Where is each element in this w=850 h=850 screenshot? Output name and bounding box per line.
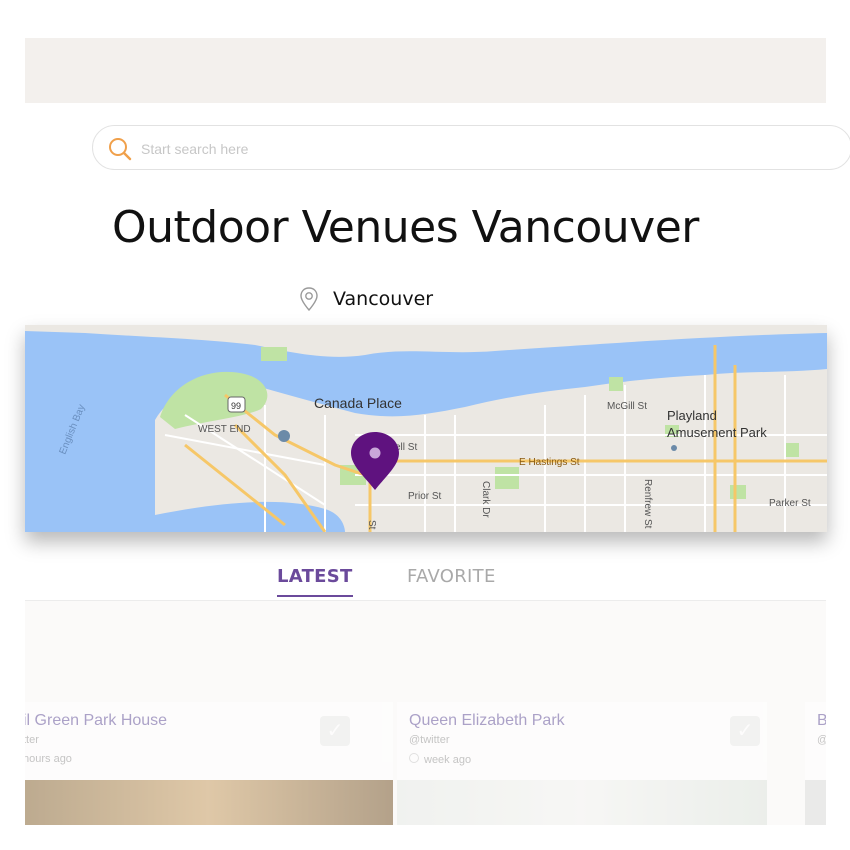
- map-label-highway: 99: [231, 401, 241, 411]
- tab-bar: LATEST FAVORITE: [0, 566, 850, 602]
- tab-latest[interactable]: LATEST: [277, 566, 353, 597]
- map-park: [730, 485, 746, 499]
- top-banner: [25, 38, 826, 103]
- search-bar[interactable]: [92, 125, 850, 170]
- map-label-main: St: [366, 520, 377, 530]
- venue-feed: il Green Park House tter hours ago ✓ Que…: [25, 601, 826, 825]
- page-title: Outdoor Venues Vancouver: [112, 202, 699, 253]
- map-label-parker: Parker St: [769, 498, 811, 509]
- map[interactable]: Canada Place WEST END English Bay McGill…: [25, 325, 827, 532]
- map-canvas[interactable]: Canada Place WEST END English Bay McGill…: [25, 325, 827, 532]
- venue-photo: [397, 780, 767, 825]
- highway-shield-icon: 99: [227, 396, 246, 413]
- venue-name: Queen Elizabeth Park: [409, 712, 565, 729]
- search-input[interactable]: [139, 137, 743, 161]
- map-park: [609, 377, 623, 391]
- venue-photo: [25, 780, 393, 825]
- venue-card[interactable]: Queen Elizabeth Park @twitter week ago ✓: [397, 702, 767, 825]
- map-label-canada-place: Canada Place: [314, 395, 402, 411]
- map-label-clark: Clark Dr: [480, 481, 491, 518]
- venue-time: week ago: [409, 753, 471, 766]
- map-label-renfrew: Renfrew St: [642, 479, 653, 529]
- attraction-icon: [671, 445, 677, 451]
- map-park: [495, 467, 519, 489]
- map-label-mcgill: McGill St: [607, 401, 647, 412]
- tab-favorite[interactable]: FAVORITE: [407, 566, 496, 587]
- venue-time: hours ago: [25, 753, 72, 765]
- map-park: [261, 347, 287, 361]
- map-label-playland-1: Playland: [667, 408, 717, 423]
- venue-handle: @: [817, 734, 826, 746]
- checkmark-icon[interactable]: ✓: [320, 716, 350, 746]
- transit-icon: [278, 430, 290, 442]
- map-label-west-end: WEST END: [198, 424, 251, 435]
- checkmark-icon[interactable]: ✓: [730, 716, 760, 746]
- venue-name: B: [817, 712, 826, 729]
- location-pin-icon: [300, 287, 318, 312]
- venue-name: il Green Park House: [25, 712, 168, 729]
- venue-card[interactable]: il Green Park House tter hours ago ✓: [25, 702, 393, 825]
- venue-photo: [805, 780, 826, 825]
- map-label-prior: Prior St: [408, 491, 442, 502]
- map-label-hastings: E Hastings St: [519, 457, 580, 468]
- clock-icon: [409, 753, 419, 763]
- map-label-playland-2: Amusement Park: [667, 425, 767, 440]
- venue-handle: tter: [25, 734, 39, 746]
- venue-handle: @twitter: [409, 734, 450, 746]
- venue-card[interactable]: B @: [805, 702, 826, 825]
- location-label: Vancouver: [333, 288, 434, 310]
- location-row: Vancouver: [297, 285, 433, 313]
- search-icon[interactable]: [107, 136, 133, 162]
- map-park: [785, 443, 799, 457]
- venue-time-text: week ago: [424, 754, 472, 766]
